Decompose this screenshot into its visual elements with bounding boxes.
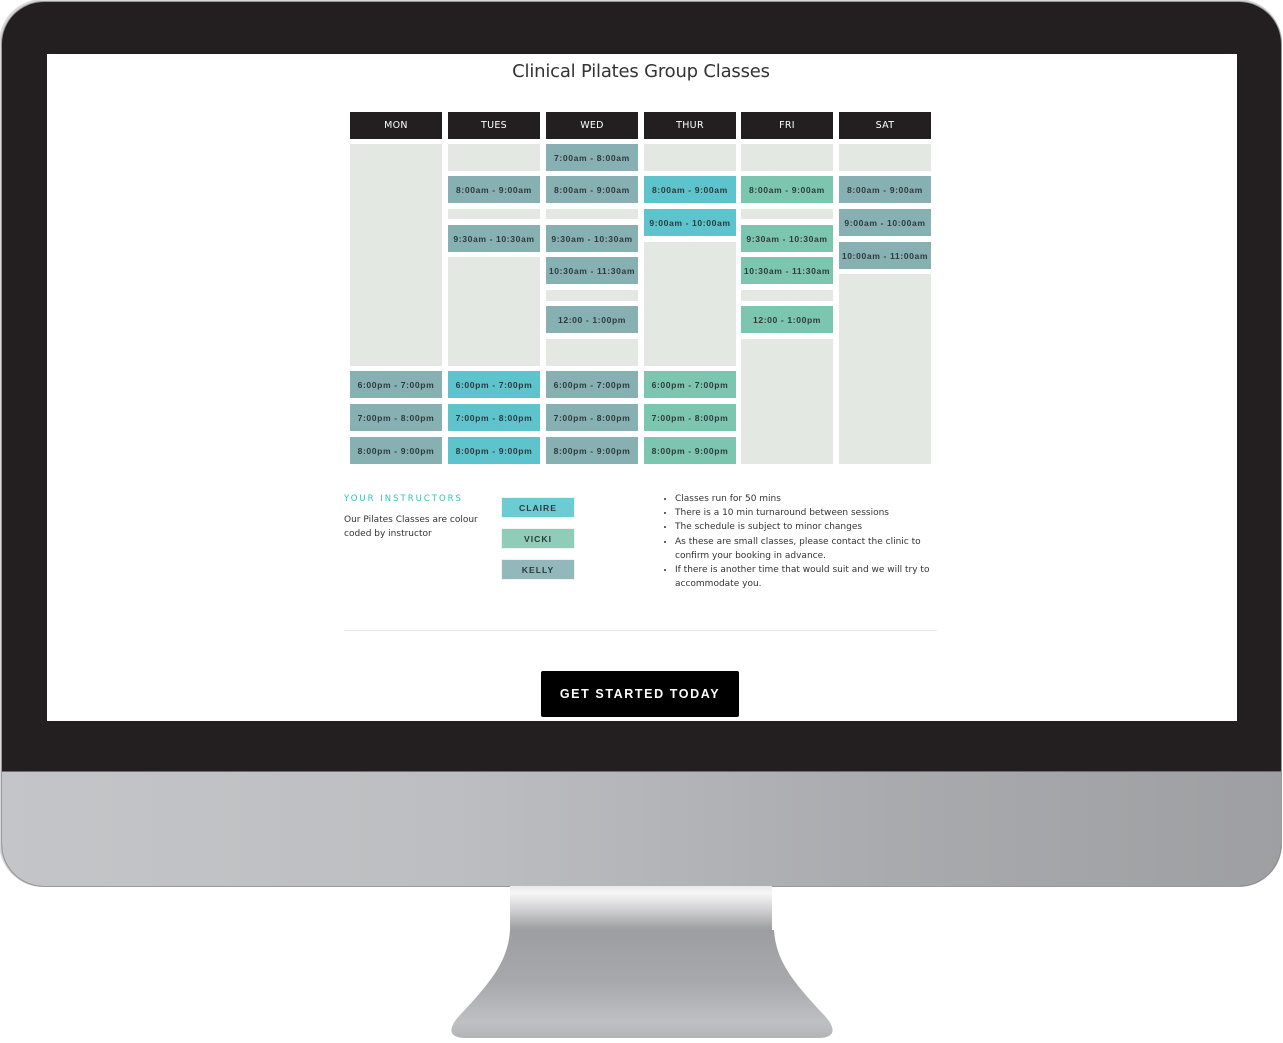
class-slot-vicki[interactable]: 8:00am - 9:00am [741,176,833,203]
day-header: TUES [448,112,540,139]
class-slot-kelly[interactable]: 8:00am - 9:00am [448,176,540,203]
day-column-sat: SAT 8:00am - 9:00am 9:00am - 10:00am 10:00a… [839,112,931,467]
day-column-thur: THUR 8:00am - 9:00am 9:00am - 10:00am 6:00p… [644,112,736,467]
class-slot-kelly[interactable]: 8:00pm - 9:00pm [350,437,442,464]
class-slot-kelly[interactable]: 8:00am - 9:00am [546,176,638,203]
empty-slot [546,290,638,301]
empty-slot [644,144,736,171]
empty-slot [546,339,638,366]
monitor-chin [2,771,1281,886]
class-slot-claire[interactable]: 8:00pm - 9:00pm [448,437,540,464]
empty-slot [741,209,833,219]
day-column-wed: WED 7:00am - 8:00am 8:00am - 9:00am 9:30am … [546,112,638,467]
note-item: There is a 10 min turnaround between ses… [675,506,945,520]
note-item: If there is another time that would suit… [675,563,945,591]
class-slot-claire[interactable]: 7:00pm - 8:00pm [448,404,540,431]
class-slot-kelly[interactable]: 6:00pm - 7:00pm [546,371,638,398]
day-header: SAT [839,112,931,139]
class-slot-kelly[interactable]: 9:00am - 10:00am [839,209,931,236]
day-column-tues: TUES 8:00am - 9:00am 9:30am - 10:30am 6:00p… [448,112,540,467]
class-slot-kelly[interactable]: 10:30am - 11:30am [546,257,638,284]
class-slot-kelly[interactable]: 6:00pm - 7:00pm [350,371,442,398]
class-slot-kelly[interactable]: 8:00pm - 9:00pm [546,437,638,464]
day-header: THUR [644,112,736,139]
class-slot-claire[interactable]: 8:00am - 9:00am [644,176,736,203]
class-slot-kelly[interactable]: 12:00 - 1:00pm [546,306,638,333]
note-item: The schedule is subject to minor changes [675,520,945,534]
empty-slot [741,144,833,171]
empty-slot [546,209,638,219]
empty-slot [448,144,540,171]
note-item: Classes run for 50 mins [675,492,945,506]
class-slot-kelly[interactable]: 7:00am - 8:00am [546,144,638,171]
instructors-heading: YOUR INSTRUCTORS [344,494,463,504]
empty-slot [839,274,931,464]
day-column-mon: MON 6:00pm - 7:00pm 7:00pm - 8:00pm 8:00pm … [350,112,442,467]
empty-slot [741,339,833,464]
class-slot-kelly[interactable]: 7:00pm - 8:00pm [350,404,442,431]
class-slot-kelly[interactable]: 9:30am - 10:30am [546,225,638,252]
class-slot-vicki[interactable]: 10:30am - 11:30am [741,257,833,284]
empty-slot [448,257,540,366]
empty-slot [741,290,833,301]
empty-slot [448,209,540,219]
monitor-bezel: Clinical Pilates Group Classes MON 6:00pm… [2,2,1281,886]
class-timetable: MON 6:00pm - 7:00pm 7:00pm - 8:00pm 8:00pm … [350,112,934,467]
class-notes-list: Classes run for 50 mins There is a 10 mi… [663,492,945,591]
day-header: MON [350,112,442,139]
day-header: WED [546,112,638,139]
class-slot-claire[interactable]: 9:00am - 10:00am [644,209,736,236]
class-slot-kelly[interactable]: 9:30am - 10:30am [448,225,540,252]
class-slot-vicki[interactable]: 6:00pm - 7:00pm [644,371,736,398]
legend-claire: CLAIRE [501,497,575,518]
legend-kelly: KELLY [501,559,575,580]
empty-slot [839,144,931,171]
empty-slot [350,144,442,366]
class-slot-kelly[interactable]: 8:00am - 9:00am [839,176,931,203]
section-divider [344,630,937,631]
page-title: Clinical Pilates Group Classes [512,61,770,82]
screen: Clinical Pilates Group Classes MON 6:00pm… [47,54,1237,721]
class-slot-vicki[interactable]: 7:00pm - 8:00pm [644,404,736,431]
empty-slot [644,242,736,366]
class-slot-kelly[interactable]: 7:00pm - 8:00pm [546,404,638,431]
class-slot-vicki[interactable]: 12:00 - 1:00pm [741,306,833,333]
day-column-fri: FRI 8:00am - 9:00am 9:30am - 10:30am 10:30a… [741,112,833,467]
class-slot-claire[interactable]: 6:00pm - 7:00pm [448,371,540,398]
class-slot-vicki[interactable]: 8:00pm - 9:00pm [644,437,736,464]
instructors-description: Our Pilates Classes are colour coded by … [344,515,478,539]
class-slot-kelly[interactable]: 10:00am - 11:00am [839,242,931,269]
monitor-stand-foot [451,930,833,1038]
day-header: FRI [741,112,833,139]
class-slot-vicki[interactable]: 9:30am - 10:30am [741,225,833,252]
note-item: As these are small classes, please conta… [675,535,945,563]
get-started-button[interactable]: GET STARTED TODAY [541,671,739,717]
legend-vicki: VICKI [501,528,575,549]
